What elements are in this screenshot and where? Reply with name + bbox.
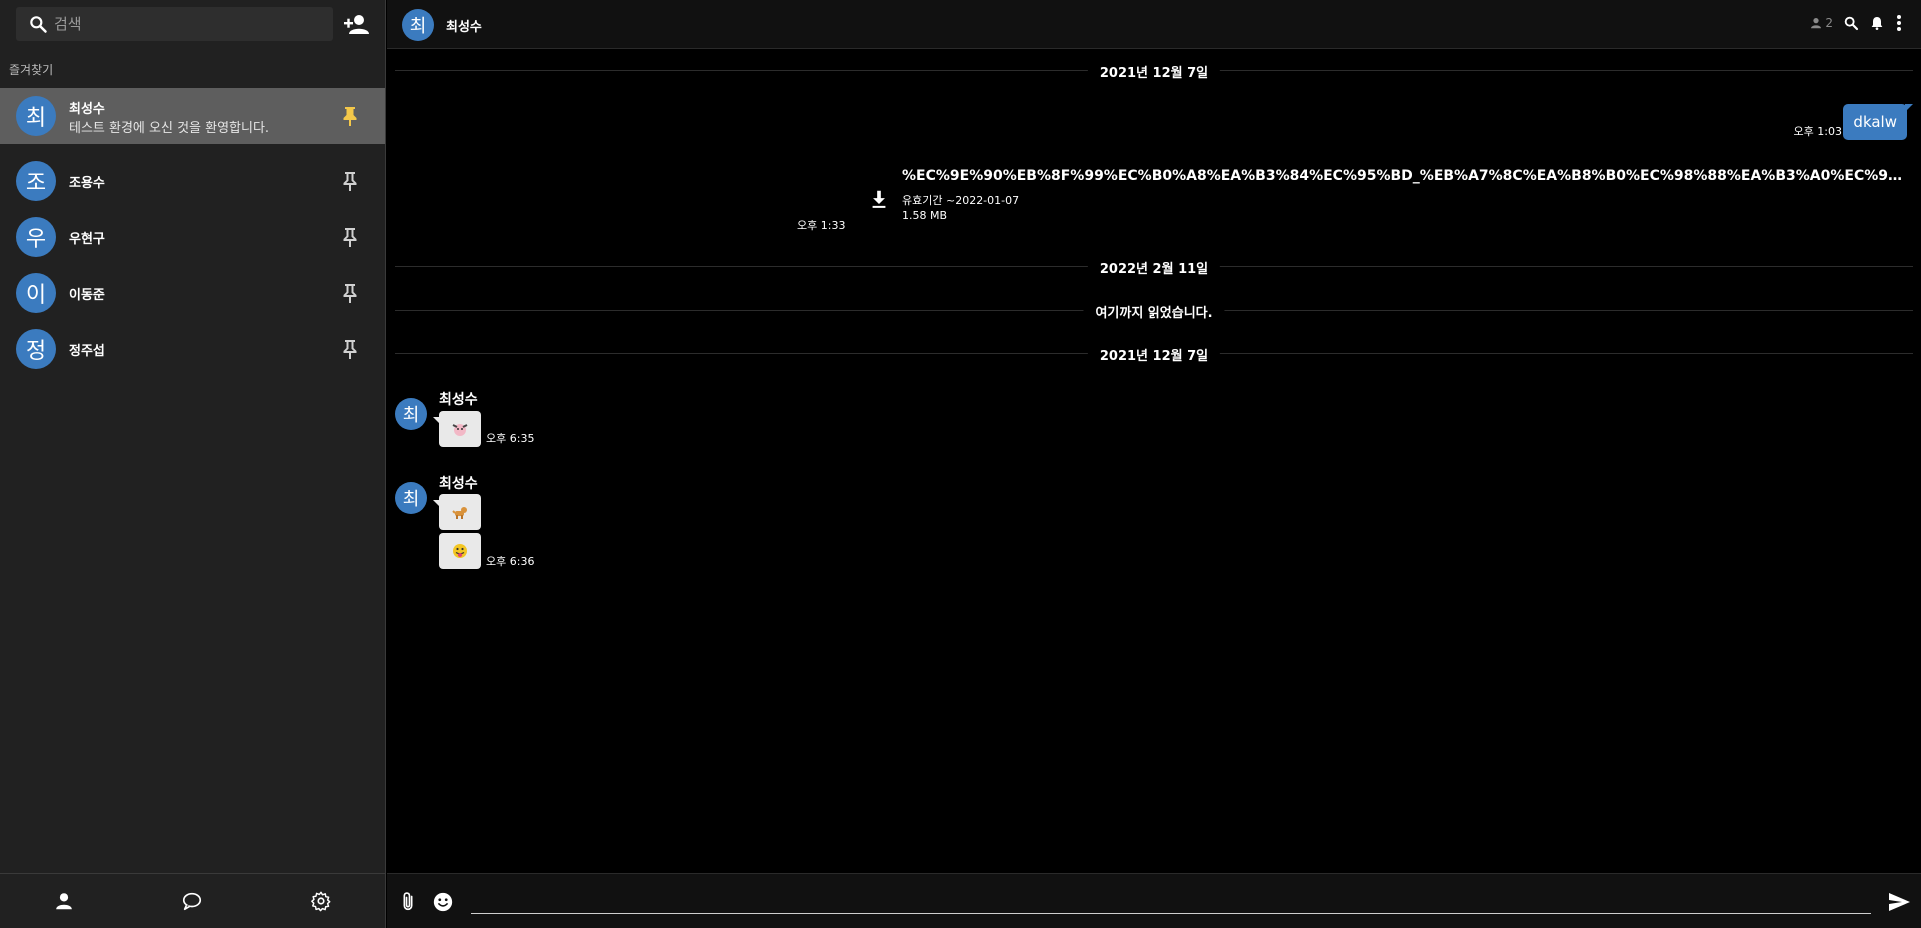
contact-list: 최 최성수 테스트 환경에 오신 것을 환영합니다. 조 조용수 우 우현구 이… [0,88,385,377]
more-vertical-icon [1897,15,1901,31]
header-toolbar: 2 [1809,14,1903,32]
bell-icon [1871,17,1883,30]
sender-avatar[interactable]: 최 [395,398,427,430]
download-icon[interactable] [868,188,890,210]
date-label: 2022년 2월 11일 [1087,258,1221,277]
header-avatar[interactable]: 최 [402,9,434,41]
add-contact-icon[interactable] [343,12,371,36]
contact-name: 정주섭 [69,343,105,359]
message-time: 오후 6:35 [486,432,535,445]
person-icon [56,893,72,910]
pin-outline-icon[interactable] [341,226,359,248]
avatar: 정 [16,329,56,369]
message-time: 오후 1:33 [797,219,846,232]
search-input[interactable] [54,15,314,33]
message-time: 오후 6:36 [486,555,535,568]
contact-name: 이동준 [69,287,105,303]
avatar: 우 [16,217,56,257]
contact-item-choi[interactable]: 최 최성수 테스트 환경에 오신 것을 환영합니다. [0,88,385,144]
sender-name: 최성수 [439,476,478,492]
more-options-button[interactable] [1895,14,1903,32]
contact-name: 우현구 [69,231,105,247]
file-size: 1.58 MB [902,209,948,222]
sidebar: 즐겨찾기 최 최성수 테스트 환경에 오신 것을 환영합니다. 조 조용수 우 … [0,0,386,928]
contact-name: 최성수 [69,102,105,117]
paperclip-icon[interactable] [397,891,419,913]
nav-chats-button[interactable] [128,874,256,928]
chat-header: 최 최성수 2 [387,0,1921,49]
search-icon [1844,16,1859,31]
pin-outline-icon[interactable] [341,338,359,360]
pin-icon[interactable] [341,105,359,127]
contact-item-jung[interactable]: 정 정주섭 [0,321,385,377]
avatar: 이 [16,273,56,313]
read-marker-label: 여기까지 읽었습니다. [1083,302,1225,321]
contact-item-jo[interactable]: 조 조용수 [0,153,385,209]
avatar: 조 [16,161,56,201]
notifications-button[interactable] [1869,15,1885,31]
file-name[interactable]: %EC%9E%90%EB%8F%99%EC%B0%A8%EA%B3%84%EC%… [902,168,1907,184]
file-expiry: 유효기간 ~2022-01-07 [902,194,1020,207]
contact-status: 테스트 환경에 오신 것을 환영합니다. [69,121,270,136]
chat-panel: 최 최성수 2 2021년 12월 7일 오후 1:03 dkalw 오후 1:… [387,0,1921,928]
member-count: 2 [1825,16,1833,30]
contact-item-lee[interactable]: 이 이동준 [0,265,385,321]
gear-icon [310,891,331,912]
emoji-message[interactable] [433,411,481,447]
message-time: 오후 1:03 [1793,125,1842,138]
sender-name: 최성수 [439,392,478,408]
search-bar[interactable] [16,7,333,41]
bottom-nav [0,873,385,928]
date-label: 2021년 12월 7일 [1087,62,1221,81]
search-icon [30,16,47,33]
search-button[interactable] [1843,15,1859,31]
chat-bubble-icon [183,892,202,911]
avatar: 최 [16,96,56,136]
my-message-bubble[interactable]: dkalw [1843,104,1913,140]
message-text: dkalw [1853,113,1897,131]
pin-outline-icon[interactable] [341,170,359,192]
pin-outline-icon[interactable] [341,282,359,304]
members-button[interactable]: 2 [1809,16,1833,30]
message-input[interactable] [471,886,1871,914]
face-emoji-icon [452,424,468,436]
favorites-label: 즐겨찾기 [9,63,54,77]
sender-avatar[interactable]: 최 [395,482,427,514]
nav-settings-button[interactable] [257,874,385,928]
person-icon [1811,18,1822,29]
nav-contacts-button[interactable] [0,874,128,928]
tongue-face-emoji-icon [453,544,467,558]
contact-item-woo[interactable]: 우 우현구 [0,209,385,265]
chat-title: 최성수 [446,20,482,35]
emoji-message[interactable] [439,533,481,569]
smiley-icon[interactable] [432,891,454,913]
emoji-message[interactable] [433,494,481,530]
send-icon[interactable] [1887,891,1911,913]
contact-name: 조용수 [69,175,105,191]
message-composer [387,873,1921,928]
dog-emoji-icon [452,507,467,519]
date-label: 2021년 12월 7일 [1087,345,1221,364]
